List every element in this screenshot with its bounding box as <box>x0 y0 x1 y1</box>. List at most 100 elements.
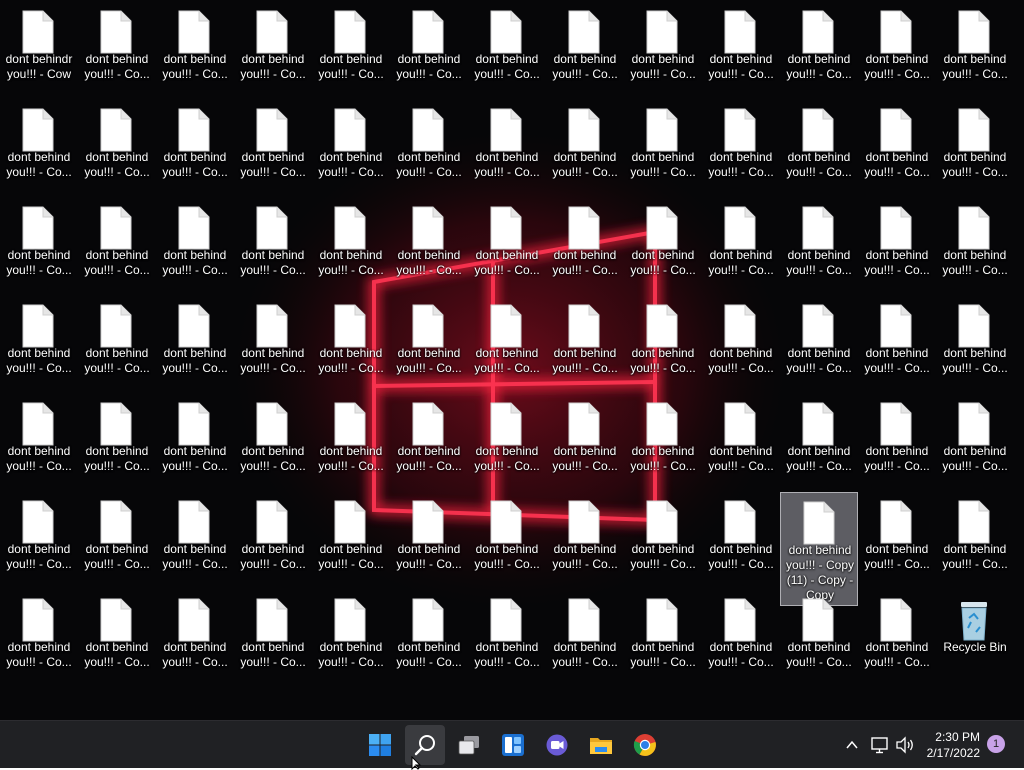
desktop[interactable]: dont behindr you!!! - Cow dont behind you… <box>0 0 1024 720</box>
desktop-file[interactable]: dont behind you!!! - Co... <box>702 100 780 192</box>
clock[interactable]: 2:30 PM 2/17/2022 <box>910 729 980 761</box>
desktop-file[interactable]: dont behind you!!! - Co... <box>468 198 546 290</box>
desktop-file[interactable]: dont behind you!!! - Co... <box>702 492 780 584</box>
desktop-file[interactable]: dont behind you!!! - Co... <box>936 2 1014 94</box>
desktop-file[interactable]: dont behind you!!! - Co... <box>234 492 312 584</box>
desktop-file[interactable]: dont behind you!!! - Co... <box>234 2 312 94</box>
desktop-file[interactable]: dont behind you!!! - Co... <box>624 394 702 486</box>
desktop-file[interactable]: dont behind you!!! - Co... <box>858 100 936 192</box>
desktop-file[interactable]: dont behind you!!! - Co... <box>312 198 390 290</box>
desktop-file[interactable]: dont behind you!!! - Co... <box>156 2 234 94</box>
desktop-file[interactable]: dont behind you!!! - Co... <box>780 394 858 486</box>
desktop-file[interactable]: dont behind you!!! - Co... <box>858 296 936 388</box>
desktop-file[interactable]: dont behind you!!! - Co... <box>780 2 858 94</box>
desktop-file[interactable]: dont behind you!!! - Co... <box>624 296 702 388</box>
desktop-file[interactable]: dont behind you!!! - Co... <box>858 2 936 94</box>
desktop-file[interactable]: dont behind you!!! - Co... <box>78 394 156 486</box>
desktop-file[interactable]: dont behind you!!! - Co... <box>780 590 858 682</box>
chevron-up-icon[interactable] <box>845 738 859 752</box>
desktop-file[interactable]: dont behind you!!! - Co... <box>702 394 780 486</box>
desktop-file[interactable]: dont behind you!!! - Co... <box>468 100 546 192</box>
desktop-file[interactable]: dont behind you!!! - Co... <box>78 590 156 682</box>
desktop-file[interactable]: dont behind you!!! - Co... <box>156 394 234 486</box>
desktop-file[interactable]: dont behind you!!! - Co... <box>234 296 312 388</box>
desktop-file[interactable]: dont behind you!!! - Co... <box>156 590 234 682</box>
desktop-file[interactable]: dont behind you!!! - Co... <box>390 394 468 486</box>
desktop-file[interactable]: dont behind you!!! - Co... <box>0 296 78 388</box>
desktop-file[interactable]: dont behind you!!! - Co... <box>624 2 702 94</box>
notification-badge[interactable]: 1 <box>987 735 1005 753</box>
desktop-file[interactable]: dont behind you!!! - Co... <box>858 590 936 682</box>
desktop-file[interactable]: dont behind you!!! - Co... <box>312 2 390 94</box>
desktop-file[interactable]: dont behind you!!! - Co... <box>702 198 780 290</box>
desktop-file[interactable]: dont behind you!!! - Co... <box>390 590 468 682</box>
desktop-file[interactable]: dont behind you!!! - Co... <box>546 296 624 388</box>
desktop-file[interactable]: dont behind you!!! - Co... <box>234 590 312 682</box>
desktop-file[interactable]: dont behind you!!! - Co... <box>156 492 234 584</box>
widgets-button[interactable] <box>493 725 533 765</box>
desktop-file[interactable]: dont behind you!!! - Co... <box>78 198 156 290</box>
chrome-button[interactable] <box>625 725 665 765</box>
desktop-file[interactable]: dont behind you!!! - Co... <box>234 394 312 486</box>
desktop-file[interactable]: dont behind you!!! - Co... <box>156 198 234 290</box>
network-icon[interactable] <box>870 736 890 754</box>
desktop-file[interactable]: dont behind you!!! - Co... <box>546 198 624 290</box>
recycle-bin[interactable]: Recycle Bin <box>936 590 1014 682</box>
desktop-file[interactable]: dont behind you!!! - Co... <box>78 296 156 388</box>
desktop-file[interactable]: dont behind you!!! - Co... <box>156 296 234 388</box>
teams-chat-button[interactable] <box>537 725 577 765</box>
desktop-file[interactable]: dont behind you!!! - Co... <box>312 100 390 192</box>
desktop-file[interactable]: dont behind you!!! - Co... <box>780 198 858 290</box>
desktop-file[interactable]: dont behind you!!! - Co... <box>936 198 1014 290</box>
desktop-file[interactable]: dont behind you!!! - Co... <box>468 296 546 388</box>
desktop-file[interactable]: dont behind you!!! - Co... <box>624 198 702 290</box>
desktop-file[interactable]: dont behind you!!! - Co... <box>78 2 156 94</box>
desktop-file[interactable]: dont behind you!!! - Co... <box>0 492 78 584</box>
start-button[interactable] <box>360 725 400 765</box>
desktop-file[interactable]: dont behind you!!! - Co... <box>780 296 858 388</box>
desktop-file[interactable]: dont behind you!!! - Co... <box>936 100 1014 192</box>
desktop-file[interactable]: dont behind you!!! - Co... <box>78 100 156 192</box>
desktop-file[interactable]: dont behind you!!! - Co... <box>0 100 78 192</box>
desktop-file[interactable]: dont behind you!!! - Co... <box>468 394 546 486</box>
desktop-file[interactable]: dont behind you!!! - Co... <box>156 100 234 192</box>
desktop-file[interactable]: dont behind you!!! - Co... <box>546 2 624 94</box>
desktop-file[interactable]: dont behind you!!! - Co... <box>936 492 1014 584</box>
desktop-file[interactable]: dont behind you!!! - Co... <box>390 100 468 192</box>
desktop-file[interactable]: dont behind you!!! - Co... <box>0 590 78 682</box>
desktop-file[interactable]: dont behind you!!! - Co... <box>468 2 546 94</box>
desktop-file-selected[interactable]: dont behind you!!! - Copy (11) - Copy - … <box>780 492 858 606</box>
desktop-file[interactable]: dont behind you!!! - Co... <box>546 394 624 486</box>
desktop-file[interactable]: dont behind you!!! - Co... <box>780 100 858 192</box>
desktop-file[interactable]: dont behind you!!! - Co... <box>546 100 624 192</box>
desktop-file[interactable]: dont behind you!!! - Co... <box>858 198 936 290</box>
desktop-file[interactable]: dont behind you!!! - Co... <box>624 100 702 192</box>
desktop-file[interactable]: dont behind you!!! - Co... <box>624 492 702 584</box>
desktop-file[interactable]: dont behind you!!! - Co... <box>234 100 312 192</box>
desktop-file[interactable]: dont behind you!!! - Co... <box>624 590 702 682</box>
desktop-file[interactable]: dont behind you!!! - Co... <box>234 198 312 290</box>
desktop-file[interactable]: dont behind you!!! - Co... <box>0 198 78 290</box>
desktop-file-overlapped[interactable]: dont behindr you!!! - Cow <box>0 2 78 94</box>
desktop-file[interactable]: dont behind you!!! - Co... <box>702 590 780 682</box>
desktop-file[interactable]: dont behind you!!! - Co... <box>936 296 1014 388</box>
file-explorer-button[interactable] <box>581 725 621 765</box>
desktop-file[interactable]: dont behind you!!! - Co... <box>546 492 624 584</box>
desktop-file[interactable]: dont behind you!!! - Co... <box>546 590 624 682</box>
task-view-button[interactable] <box>449 725 489 765</box>
desktop-file[interactable]: dont behind you!!! - Co... <box>312 296 390 388</box>
desktop-file[interactable]: dont behind you!!! - Co... <box>312 394 390 486</box>
desktop-file[interactable]: dont behind you!!! - Co... <box>390 2 468 94</box>
desktop-file[interactable]: dont behind you!!! - Co... <box>312 492 390 584</box>
desktop-file[interactable]: dont behind you!!! - Co... <box>468 590 546 682</box>
desktop-file[interactable]: dont behind you!!! - Co... <box>468 492 546 584</box>
desktop-file[interactable]: dont behind you!!! - Co... <box>702 296 780 388</box>
desktop-file[interactable]: dont behind you!!! - Co... <box>78 492 156 584</box>
desktop-file[interactable]: dont behind you!!! - Co... <box>390 198 468 290</box>
desktop-file[interactable]: dont behind you!!! - Co... <box>702 2 780 94</box>
desktop-file[interactable]: dont behind you!!! - Co... <box>390 296 468 388</box>
desktop-file[interactable]: dont behind you!!! - Co... <box>390 492 468 584</box>
desktop-file[interactable]: dont behind you!!! - Co... <box>0 394 78 486</box>
desktop-file[interactable]: dont behind you!!! - Co... <box>858 394 936 486</box>
desktop-file[interactable]: dont behind you!!! - Co... <box>858 492 936 584</box>
